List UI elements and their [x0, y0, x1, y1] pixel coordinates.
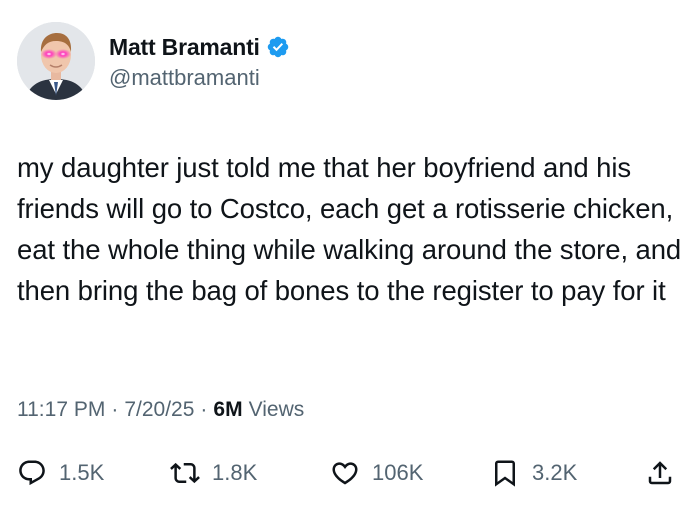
share-icon [648, 461, 672, 485]
share-button[interactable] [645, 451, 675, 495]
tweet-text: my daughter just told me that her boyfri… [17, 152, 682, 306]
views-label[interactable]: Views [249, 398, 305, 422]
meta-separator: · [111, 398, 119, 421]
repost-button[interactable]: 1.8K [170, 451, 257, 495]
bookmark-count: 3.2K [532, 460, 578, 485]
like-count: 106K [372, 460, 424, 485]
repost-count: 1.8K [212, 460, 258, 485]
meta-separator: · [200, 398, 208, 421]
tweet-header: Matt Bramanti @mattbramanti [17, 22, 290, 100]
tweet-time[interactable]: 11:17 PM [17, 398, 105, 422]
repost-icon [170, 462, 200, 484]
author-handle[interactable]: @mattbramanti [109, 65, 290, 91]
verified-badge-icon[interactable] [266, 35, 290, 59]
tweet-meta: 11:17 PM · 7/20/25 · 6M Views [17, 398, 304, 422]
tweet-date[interactable]: 7/20/25 [124, 398, 194, 422]
views-count[interactable]: 6M [213, 398, 242, 422]
heart-icon [332, 462, 358, 485]
reply-icon [19, 460, 45, 486]
action-bar: 1.5K 1.8K 106K 3.2K [0, 451, 700, 495]
reply-count: 1.5K [59, 460, 105, 485]
like-button[interactable]: 106K [330, 451, 423, 495]
bookmark-button[interactable]: 3.2K [490, 451, 577, 495]
bookmark-icon [495, 460, 515, 487]
avatar[interactable] [17, 22, 95, 100]
reply-button[interactable]: 1.5K [17, 451, 104, 495]
avatar-image [17, 22, 95, 100]
author-display-name[interactable]: Matt Bramanti [109, 34, 260, 61]
